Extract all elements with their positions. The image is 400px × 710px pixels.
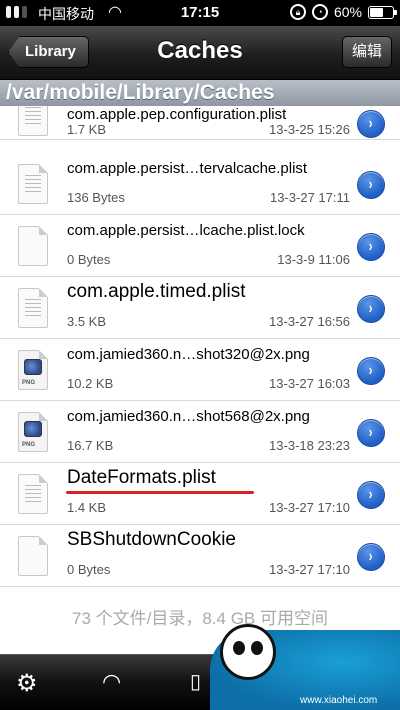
file-date: 13-3-18 23:23 [269, 438, 350, 453]
file-size: 3.5 KB [67, 314, 107, 329]
watermark-logo: www.xiaohei.com [210, 624, 400, 710]
disclosure-button[interactable]: › [357, 295, 385, 323]
file-name: com.apple.persist…lcache.plist.lock [67, 222, 305, 239]
battery-percent: 60% [333, 4, 362, 20]
file-list[interactable]: com.apple.pep.configuration.plist 1.7 KB… [0, 106, 400, 592]
list-item[interactable]: SBShutdownCookie 0 Bytes 13-3-27 17:10 › [0, 525, 400, 587]
edit-button[interactable]: 编辑 [342, 36, 392, 68]
alarm-icon: ◔ [311, 4, 328, 20]
blank-file-icon [18, 226, 48, 266]
file-name: DateFormats.plist [67, 467, 216, 488]
png-icon: PNG [18, 412, 48, 452]
disclosure-button[interactable]: › [357, 543, 385, 571]
file-date: 13-3-25 15:26 [269, 122, 350, 137]
list-item[interactable]: PNG com.jamied360.n…shot568@2x.png 16.7 … [0, 401, 400, 463]
file-date: 13-3-27 17:10 [269, 562, 350, 577]
file-size: 1.7 KB [67, 122, 107, 137]
file-date: 13-3-27 16:03 [269, 376, 350, 391]
list-item[interactable]: PNG com.jamied360.n…shot320@2x.png 10.2 … [0, 339, 400, 401]
disclosure-button[interactable]: › [357, 233, 385, 261]
bottom-toolbar: ⚙ ◠ ▯ www.xiaohei.com [0, 624, 400, 710]
file-name: com.apple.persist…tervalcache.plist [67, 160, 308, 177]
png-icon: PNG [18, 350, 48, 390]
file-name: com.apple.timed.plist [67, 281, 246, 302]
wifi-icon[interactable]: ◠ [102, 669, 121, 695]
file-size: 16.7 KB [67, 438, 114, 453]
file-size: 1.4 KB [67, 500, 107, 515]
document-icon [18, 474, 48, 514]
list-item[interactable]: com.apple.persist…tervalcache.plist 136 … [0, 153, 400, 215]
file-size: 0 Bytes [67, 562, 111, 577]
list-item[interactable]: DateFormats.plist 1.4 KB 13-3-27 17:10 › [0, 463, 400, 525]
image-thumbnail-icon [24, 359, 42, 375]
document-icon [18, 164, 48, 204]
file-name: SBShutdownCookie [67, 529, 236, 550]
disclosure-button[interactable]: › [357, 357, 385, 385]
blank-file-icon [18, 536, 48, 576]
file-date: 13-3-27 16:56 [269, 314, 350, 329]
image-thumbnail-icon [24, 421, 42, 437]
list-item[interactable]: com.apple.pep.configuration.plist 1.7 KB… [0, 106, 400, 140]
highlight-underline [66, 491, 254, 494]
file-name: com.apple.pep.configuration.plist [67, 106, 287, 123]
png-label: PNG [22, 442, 36, 448]
png-label: PNG [22, 380, 36, 386]
disclosure-button[interactable]: › [357, 419, 385, 447]
book-icon[interactable]: ▯ [190, 669, 201, 694]
disclosure-button[interactable]: › [357, 171, 385, 199]
list-item[interactable]: com.apple.timed.plist 3.5 KB 13-3-27 16:… [0, 277, 400, 339]
document-icon [18, 106, 48, 136]
file-name: com.jamied360.n…shot320@2x.png [67, 346, 310, 363]
document-icon [18, 288, 48, 328]
file-size: 0 Bytes [67, 252, 111, 267]
file-size: 10.2 KB [67, 376, 114, 391]
file-name: com.jamied360.n…shot568@2x.png [67, 408, 310, 425]
file-size: 136 Bytes [67, 190, 125, 205]
navigation-bar: Library Caches 编辑 [0, 26, 400, 80]
disclosure-button[interactable]: › [357, 481, 385, 509]
battery-icon [368, 5, 397, 19]
rotation-lock-icon: 🔒︎ [289, 4, 306, 20]
page-title: Caches [157, 37, 243, 64]
storage-summary: 73 个文件/目录，8.4 GB 可用空间 [72, 609, 328, 628]
path-bar: /var/mobile/Library/Caches [0, 80, 400, 106]
list-item[interactable]: com.apple.persist…lcache.plist.lock 0 By… [0, 215, 400, 277]
file-date: 13-3-27 17:11 [270, 190, 350, 205]
watermark-url: www.xiaohei.com [300, 695, 378, 706]
battery-level [370, 7, 384, 17]
file-date: 13-3-9 11:06 [277, 252, 350, 267]
status-bar: 中国移动 ◠ 17:15 🔒︎ ◔ 60% [0, 0, 400, 26]
gear-icon[interactable]: ⚙ [16, 669, 38, 698]
file-date: 13-3-27 17:10 [269, 500, 350, 515]
disclosure-button[interactable]: › [357, 110, 385, 138]
panda-logo-icon [220, 624, 276, 680]
